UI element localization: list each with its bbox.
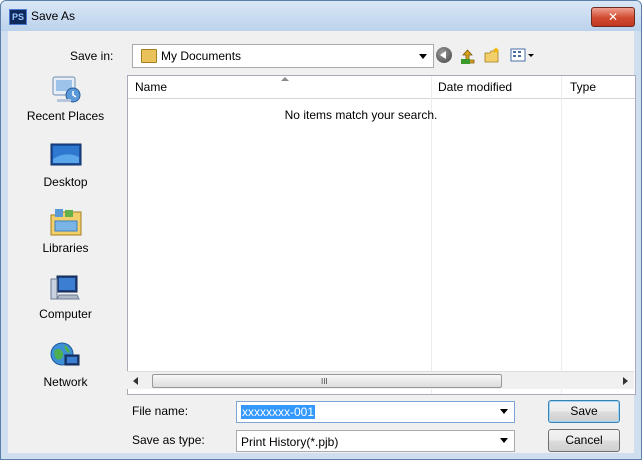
place-label-network: Network xyxy=(43,375,88,389)
place-label-computer: Computer xyxy=(39,307,92,321)
save-as-type-label: Save as type: xyxy=(132,433,205,447)
column-divider[interactable] xyxy=(431,76,432,394)
place-label-desktop: Desktop xyxy=(43,175,88,189)
scrollbar-thumb[interactable]: III xyxy=(152,374,502,388)
file-name-input[interactable]: xxxxxxxx-001 xyxy=(236,401,515,423)
save-as-dialog: PS Save As ✕ Save in: My Documents Recen… xyxy=(0,0,642,460)
title-bar[interactable]: PS Save As ✕ xyxy=(1,1,641,31)
network-icon xyxy=(49,341,83,371)
desktop-icon xyxy=(49,141,83,171)
place-libraries[interactable]: Libraries xyxy=(8,207,123,255)
column-header-date-modified[interactable]: Date modified xyxy=(438,80,512,94)
save-as-type-dropdown[interactable]: Print History(*.pjb) xyxy=(236,430,515,452)
place-computer[interactable]: Computer xyxy=(8,273,123,321)
save-in-label: Save in: xyxy=(70,49,114,63)
scroll-right-icon[interactable] xyxy=(623,377,628,385)
save-in-dropdown[interactable]: My Documents xyxy=(132,44,434,68)
scroll-left-icon[interactable] xyxy=(133,377,138,385)
save-in-value: My Documents xyxy=(161,49,242,63)
dialog-title: Save As xyxy=(31,9,76,23)
places-bar: Recent Places Desktop Libraries Computer… xyxy=(8,75,123,428)
new-folder-icon[interactable] xyxy=(484,45,502,65)
sort-ascending-icon xyxy=(281,77,289,81)
save-as-type-value: Print History(*.pjb) xyxy=(241,435,339,449)
views-menu-icon[interactable] xyxy=(510,45,536,65)
photoshop-app-icon: PS xyxy=(9,9,27,25)
back-icon[interactable] xyxy=(436,47,452,63)
scrollbar-grip: III xyxy=(321,377,328,386)
up-folder-icon[interactable] xyxy=(460,45,476,65)
place-label-libraries: Libraries xyxy=(42,241,89,255)
column-divider[interactable] xyxy=(561,76,562,394)
file-name-value: xxxxxxxx-001 xyxy=(241,405,316,419)
close-button[interactable]: ✕ xyxy=(591,7,635,27)
empty-search-message: No items match your search. xyxy=(284,108,438,122)
recent-places-icon xyxy=(49,75,83,105)
place-label-recent: Recent Places xyxy=(26,109,105,123)
file-name-label: File name: xyxy=(132,404,189,418)
libraries-icon xyxy=(49,207,83,237)
file-list-view[interactable]: Name Date modified Type No items match y… xyxy=(127,75,636,395)
column-header-row: Name Date modified Type xyxy=(128,76,635,99)
dialog-body: Save in: My Documents Recent Places Desk… xyxy=(8,31,636,453)
place-desktop[interactable]: Desktop xyxy=(8,141,123,189)
column-header-name[interactable]: Name xyxy=(135,80,167,94)
chevron-down-icon[interactable] xyxy=(419,54,427,59)
documents-folder-icon xyxy=(141,49,157,63)
column-header-type[interactable]: Type xyxy=(570,80,596,94)
place-recent-places[interactable]: Recent Places xyxy=(8,75,123,123)
save-button[interactable]: Save xyxy=(548,400,620,423)
chevron-down-icon[interactable] xyxy=(500,438,508,443)
horizontal-scrollbar[interactable]: III xyxy=(127,371,634,389)
computer-icon xyxy=(49,273,83,303)
chevron-down-icon[interactable] xyxy=(500,409,508,414)
cancel-button[interactable]: Cancel xyxy=(548,429,620,452)
place-network[interactable]: Network xyxy=(8,341,123,389)
